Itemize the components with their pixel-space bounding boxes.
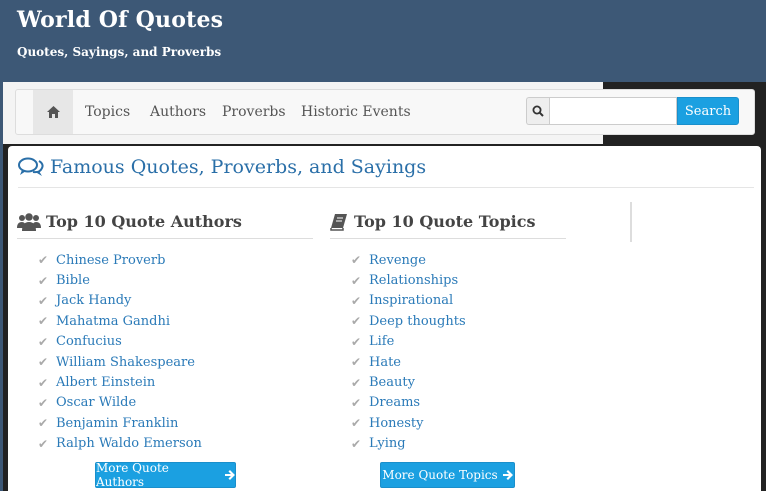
nav-authors[interactable]: Authors [150,104,206,120]
search-input[interactable] [549,97,677,125]
topic-link[interactable]: Hate [369,355,401,370]
list-item[interactable]: ✔ Benjamin Franklin [38,413,202,433]
author-link[interactable]: Oscar Wilde [56,395,136,410]
check-icon: ✔ [38,253,49,268]
topics-heading-text: Top 10 Quote Topics [354,212,536,231]
list-item[interactable]: ✔ Chinese Proverb [38,250,202,270]
check-icon: ✔ [38,355,49,370]
column-divider [630,202,632,242]
users-icon [17,212,41,231]
check-icon: ✔ [351,293,362,308]
list-item[interactable]: ✔ Deep thoughts [351,311,466,331]
site-header: World Of Quotes Quotes, Sayings, and Pro… [0,0,766,82]
check-icon: ✔ [351,436,362,451]
check-icon: ✔ [351,334,362,349]
search-addon [526,97,549,125]
check-icon: ✔ [351,355,362,370]
title-divider [18,187,754,188]
authors-rule [17,238,313,239]
list-item[interactable]: ✔ Dreams [351,393,466,413]
author-link[interactable]: Benjamin Franklin [56,416,178,431]
list-item[interactable]: ✔ Relationships [351,270,466,290]
list-item[interactable]: ✔ Lying [351,434,466,454]
topic-link[interactable]: Honesty [369,416,423,431]
list-item[interactable]: ✔ Mahatma Gandhi [38,311,202,331]
arrow-right-icon [225,470,235,480]
more-quote-topics-button[interactable]: More Quote Topics [380,462,515,488]
list-item[interactable]: ✔ Jack Handy [38,291,202,311]
search-form: Search [526,97,739,125]
list-item[interactable]: ✔ Revenge [351,250,466,270]
list-item[interactable]: ✔ Inspirational [351,291,466,311]
topic-link[interactable]: Revenge [369,253,426,268]
topics-list: ✔ Revenge ✔ Relationships ✔ Inspirational ✔… [351,250,466,454]
nav-proverbs[interactable]: Proverbs [222,104,286,120]
more-quote-authors-button[interactable]: More Quote Authors [95,461,236,489]
check-icon: ✔ [38,395,49,410]
author-link[interactable]: Mahatma Gandhi [56,314,170,329]
topic-link[interactable]: Lying [369,436,406,451]
page-title-text: Famous Quotes, Proverbs, and Sayings [50,156,427,178]
check-icon: ✔ [38,334,49,349]
list-item[interactable]: ✔ William Shakespeare [38,352,202,372]
list-item[interactable]: ✔ Confucius [38,332,202,352]
page-title: Famous Quotes, Proverbs, and Sayings [18,156,426,178]
nav-topics[interactable]: Topics [85,104,130,120]
topic-link[interactable]: Inspirational [369,293,453,308]
list-item[interactable]: ✔ Honesty [351,413,466,433]
check-icon: ✔ [38,273,49,288]
author-link[interactable]: Confucius [56,334,122,349]
topics-heading: Top 10 Quote Topics [330,212,535,231]
authors-list: ✔ Chinese Proverb ✔ Bible ✔ Jack Handy ✔ Mah… [38,250,202,454]
check-icon: ✔ [351,416,362,431]
site-title[interactable]: World Of Quotes [17,7,223,33]
author-link[interactable]: Bible [56,273,90,288]
list-item[interactable]: ✔ Ralph Waldo Emerson [38,434,202,454]
site-tagline: Quotes, Sayings, and Proverbs [17,45,222,59]
list-item[interactable]: ✔ Bible [38,270,202,290]
check-icon: ✔ [351,273,362,288]
list-item[interactable]: ✔ Oscar Wilde [38,393,202,413]
check-icon: ✔ [351,253,362,268]
check-icon: ✔ [351,314,362,329]
speech-bubbles-icon [18,157,44,176]
check-icon: ✔ [38,314,49,329]
topic-link[interactable]: Life [369,334,394,349]
author-link[interactable]: Ralph Waldo Emerson [56,436,202,451]
check-icon: ✔ [351,395,362,410]
topic-link[interactable]: Deep thoughts [369,314,466,329]
topic-link[interactable]: Beauty [369,375,415,390]
home-icon [46,106,60,118]
arrow-right-icon [502,470,513,480]
authors-heading: Top 10 Quote Authors [17,212,242,231]
authors-heading-text: Top 10 Quote Authors [46,212,242,231]
check-icon: ✔ [351,375,362,390]
search-icon [532,105,544,117]
nav-historic-events[interactable]: Historic Events [301,104,411,120]
author-link[interactable]: Albert Einstein [56,375,155,390]
list-item[interactable]: ✔ Hate [351,352,466,372]
topic-link[interactable]: Dreams [369,395,420,410]
main-content: Famous Quotes, Proverbs, and Sayings Top… [8,146,761,491]
author-link[interactable]: William Shakespeare [56,355,195,370]
check-icon: ✔ [38,436,49,451]
more-topics-label: More Quote Topics [382,468,498,482]
topics-rule [330,238,566,239]
list-item[interactable]: ✔ Life [351,332,466,352]
topic-link[interactable]: Relationships [369,273,458,288]
list-item[interactable]: ✔ Beauty [351,372,466,392]
home-button[interactable] [33,90,73,134]
check-icon: ✔ [38,375,49,390]
check-icon: ✔ [38,416,49,431]
main-navbar: Topics Authors Proverbs Historic Events … [15,89,755,135]
book-icon [330,213,347,231]
author-link[interactable]: Chinese Proverb [56,253,165,268]
search-button[interactable]: Search [677,97,739,125]
more-authors-label: More Quote Authors [96,461,169,489]
check-icon: ✔ [38,293,49,308]
author-link[interactable]: Jack Handy [56,293,131,308]
list-item[interactable]: ✔ Albert Einstein [38,372,202,392]
